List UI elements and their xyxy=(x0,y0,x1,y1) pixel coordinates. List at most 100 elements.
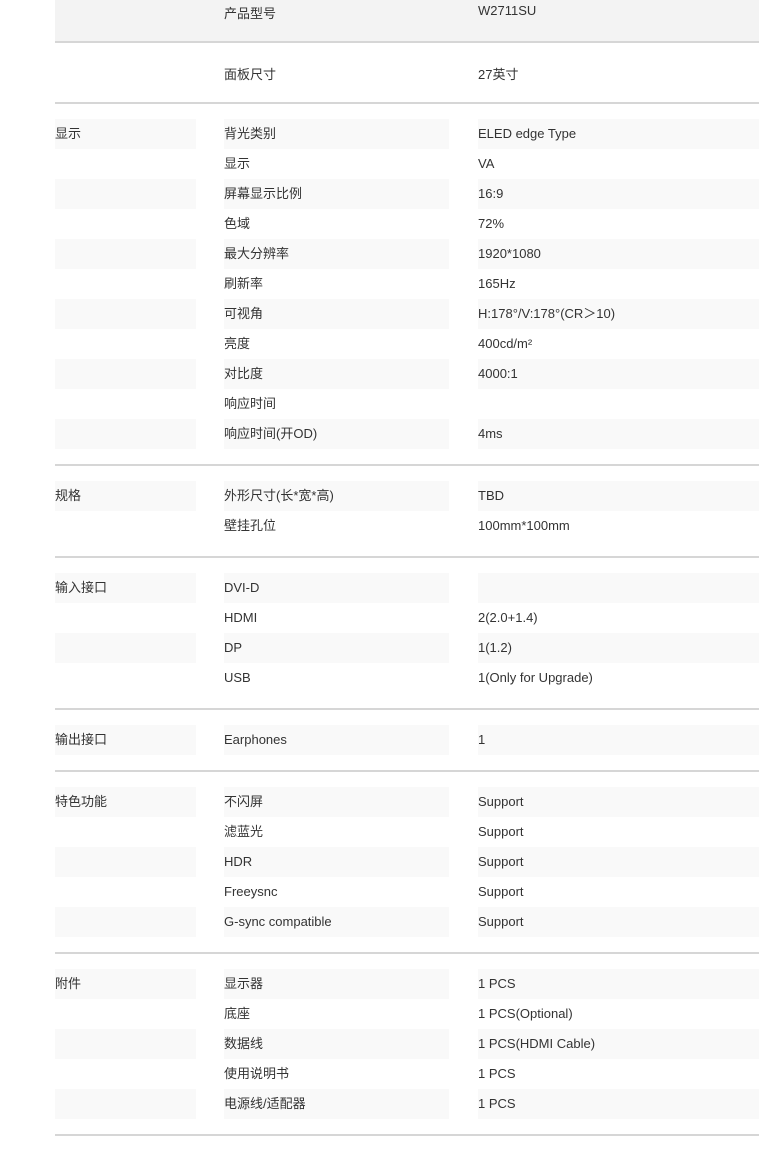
group-title-cell xyxy=(55,633,196,663)
spec-value: Support xyxy=(478,854,524,869)
spec-value: 1 PCS(Optional) xyxy=(478,1006,573,1021)
spec-value: 1 PCS xyxy=(478,1066,516,1081)
group-title-cell xyxy=(55,419,196,449)
spec-value-cell: 4000:1 xyxy=(478,359,759,389)
spec-value-cell: 1 PCS xyxy=(478,969,759,999)
spec-value: 4000:1 xyxy=(478,366,518,381)
spec-label-cell: USB xyxy=(224,663,449,693)
spec-label: 使用说明书 xyxy=(224,1066,290,1081)
spec-value-cell: 72% xyxy=(478,209,759,239)
spec-label: 刷新率 xyxy=(224,276,264,291)
spec-group: 输出接口 Earphones 1 xyxy=(55,710,759,772)
spec-label: HDR xyxy=(224,854,253,869)
spec-label-cell: 对比度 xyxy=(224,359,449,389)
group-title-cell xyxy=(55,1089,196,1119)
group-title-cell: 显示 xyxy=(55,119,196,149)
spec-label: 背光类别 xyxy=(224,126,277,141)
spec-value: Support xyxy=(478,884,524,899)
spec-label-cell: 响应时间 xyxy=(224,389,449,419)
spec-value: Support xyxy=(478,794,524,809)
group-title-cell xyxy=(55,1059,196,1089)
spec-label: 可视角 xyxy=(224,306,264,321)
spec-value-cell: 165Hz xyxy=(478,269,759,299)
spec-label-cell: HDR xyxy=(224,847,449,877)
spec-table: 产品型号 W2711SU 面板尺寸 27英寸 显示 背光类别 ELED edge T… xyxy=(55,0,759,1136)
spec-row: HDMI 2(2.0+1.4) xyxy=(55,603,759,633)
spec-label: 屏幕显示比例 xyxy=(224,186,303,201)
spec-value-cell: 1(Only for Upgrade) xyxy=(478,663,759,693)
spec-row: 最大分辨率 1920*1080 xyxy=(55,239,759,269)
group-title-cell xyxy=(55,603,196,633)
group-title-cell: 特色功能 xyxy=(55,787,196,817)
spec-value-cell: 1 xyxy=(478,725,759,755)
spec-row: 输入接口 DVI-D xyxy=(55,573,759,603)
group-title: 显示 xyxy=(55,126,82,141)
spec-value: 1 xyxy=(478,732,486,747)
spec-value: 1 PCS xyxy=(478,976,516,991)
spec-label-cell: 响应时间(开OD) xyxy=(224,419,449,449)
group-title-cell xyxy=(55,179,196,209)
spec-label: 色域 xyxy=(224,216,251,231)
spec-value: ELED edge Type xyxy=(478,126,577,141)
spec-value: 1920*1080 xyxy=(478,246,541,261)
spec-value-cell: 1 PCS xyxy=(478,1089,759,1119)
spec-label-cell: 滤蓝光 xyxy=(224,817,449,847)
spec-row: 显示 背光类别 ELED edge Type xyxy=(55,119,759,149)
spec-row: G-sync compatible Support xyxy=(55,907,759,937)
spec-row: 底座 1 PCS(Optional) xyxy=(55,999,759,1029)
spec-label-cell: HDMI xyxy=(224,603,449,633)
group-title-cell xyxy=(55,847,196,877)
spec-label: G-sync compatible xyxy=(224,914,332,929)
group-title-cell xyxy=(55,329,196,359)
spec-row: 对比度 4000:1 xyxy=(55,359,759,389)
group-title: 输出接口 xyxy=(55,732,108,747)
spec-value: 400cd/m² xyxy=(478,336,533,351)
spec-label-cell: 电源线/适配器 xyxy=(224,1089,449,1119)
spec-label: HDMI xyxy=(224,610,258,625)
spec-value-cell: 16:9 xyxy=(478,179,759,209)
spec-label-cell: Earphones xyxy=(224,725,449,755)
spec-label: 壁挂孔位 xyxy=(224,518,277,533)
spec-group: 输入接口 DVI-D HDMI 2(2.0+1.4) DP 1(1.2) USB 1(Only… xyxy=(55,558,759,710)
spec-value-cell: 1(1.2) xyxy=(478,633,759,663)
spec-value-cell: 1 PCS(HDMI Cable) xyxy=(478,1029,759,1059)
spec-value-cell: 1 PCS xyxy=(478,1059,759,1089)
spec-label-cell: 显示 xyxy=(224,149,449,179)
spec-label-cell: 不闪屏 xyxy=(224,787,449,817)
spec-row: 亮度 400cd/m² xyxy=(55,329,759,359)
spec-label-cell: 显示器 xyxy=(224,969,449,999)
spec-row: 响应时间 xyxy=(55,389,759,419)
spec-row: 数据线 1 PCS(HDMI Cable) xyxy=(55,1029,759,1059)
spec-value: Support xyxy=(478,824,524,839)
spec-label: 产品型号 xyxy=(224,6,277,21)
group-title-cell xyxy=(55,239,196,269)
spec-value: 4ms xyxy=(478,426,503,441)
spec-value-cell: VA xyxy=(478,149,759,179)
spec-value-cell: Support xyxy=(478,907,759,937)
spec-value: 1(Only for Upgrade) xyxy=(478,670,593,685)
spec-value-cell: 4ms xyxy=(478,419,759,449)
spec-label: 滤蓝光 xyxy=(224,824,264,839)
spec-row: 输出接口 Earphones 1 xyxy=(55,725,759,755)
spec-row: Freeysnc Support xyxy=(55,877,759,907)
spec-value-cell: Support xyxy=(478,817,759,847)
group-title: 规格 xyxy=(55,488,82,503)
spec-value: 72% xyxy=(478,216,505,231)
spec-label: 对比度 xyxy=(224,366,264,381)
spec-label-cell: 刷新率 xyxy=(224,269,449,299)
group-title-cell xyxy=(55,389,196,419)
spec-row: 可视角 H:178°/V:178°(CR＞10) xyxy=(55,299,759,329)
group-title-cell xyxy=(55,877,196,907)
group-title: 特色功能 xyxy=(55,794,108,809)
spec-label-cell: DVI-D xyxy=(224,573,449,603)
group-title-cell xyxy=(55,907,196,937)
spec-row: 响应时间(开OD) 4ms xyxy=(55,419,759,449)
group-title-cell xyxy=(55,1029,196,1059)
spec-label: 亮度 xyxy=(224,336,251,351)
spec-value-cell: Support xyxy=(478,787,759,817)
spec-value: 100mm*100mm xyxy=(478,518,570,533)
spec-label-cell: 可视角 xyxy=(224,299,449,329)
spec-value: Support xyxy=(478,914,524,929)
spec-value-cell xyxy=(478,573,759,603)
spec-row-panel-size: 面板尺寸 27英寸 xyxy=(55,43,759,104)
